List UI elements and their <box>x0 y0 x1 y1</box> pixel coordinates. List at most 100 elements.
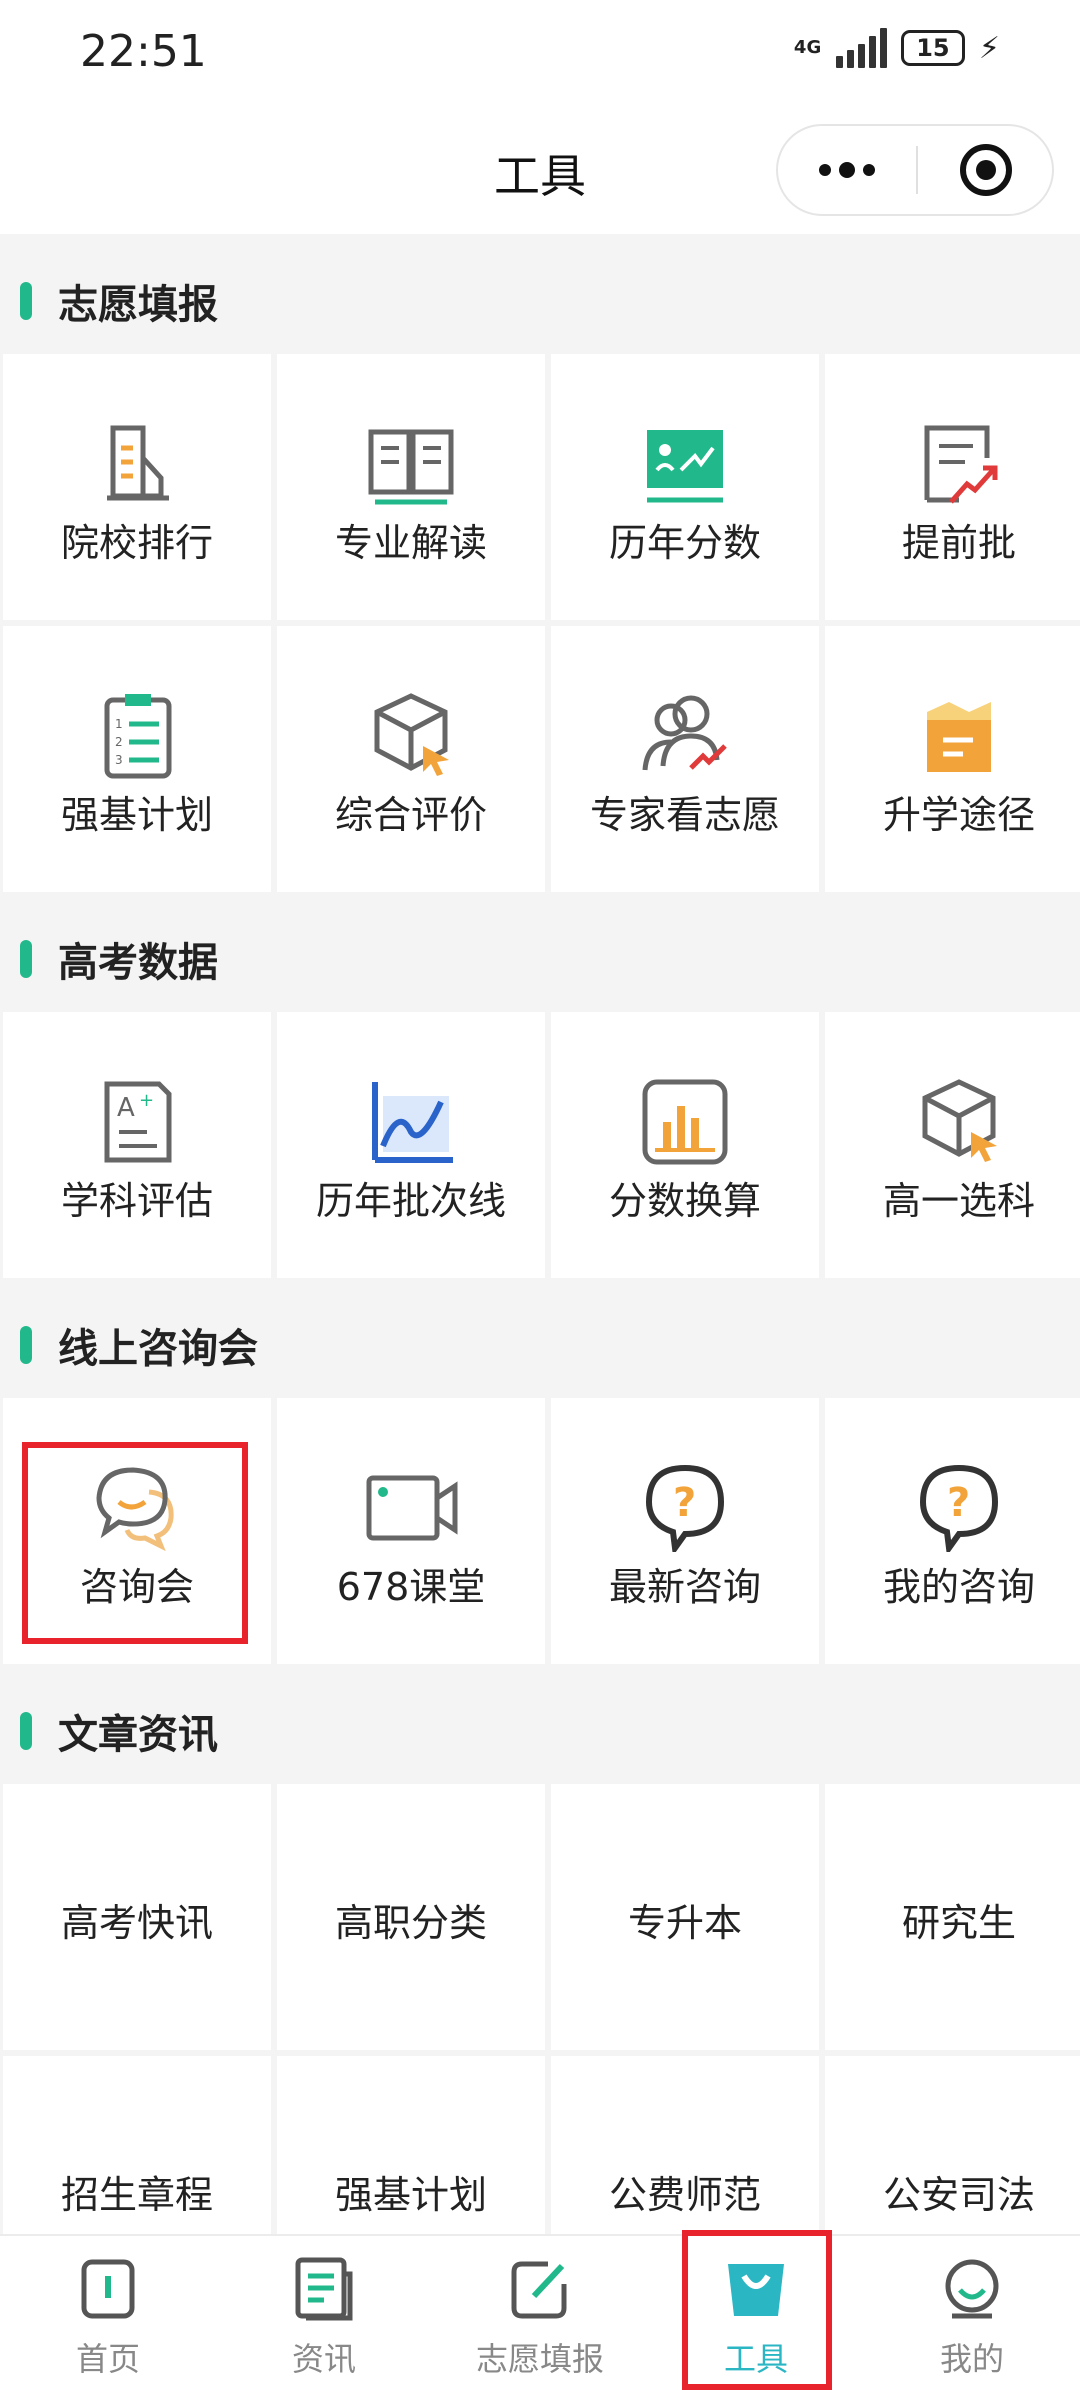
bar-chart-icon <box>635 1076 735 1166</box>
tab-label: 志愿填报 <box>475 2340 604 2378</box>
experts-icon <box>635 690 735 780</box>
tab-label: 资讯 <box>291 2340 356 2378</box>
tool-item-subject-evaluation[interactable]: A + 学科评估 <box>3 1012 271 1278</box>
tab-label: 我的 <box>939 2340 1004 2378</box>
tool-item-strong-base-plan[interactable]: 1 2 3 强基计划 <box>3 626 271 892</box>
tool-item-admission-path[interactable]: 升学途径 <box>825 626 1080 892</box>
news-tab-icon <box>292 2256 356 2322</box>
folder-path-icon <box>909 690 1009 780</box>
tool-label: 提前批 <box>901 521 1016 565</box>
tab-home[interactable]: 首页 <box>0 2236 216 2390</box>
section-header-articles: 文章资讯 <box>0 1664 1080 1784</box>
section-title: 高考数据 <box>58 940 218 986</box>
mini-program-capsule <box>776 124 1054 216</box>
tool-label: 强基计划 <box>60 793 213 837</box>
article-item-admission-rules[interactable]: 招生章程 <box>3 2056 271 2234</box>
article-item-upgrade-bachelor[interactable]: 专升本 <box>551 1784 819 2050</box>
network-label: 4G <box>793 37 822 58</box>
article-item-graduate[interactable]: 研究生 <box>825 1784 1080 2050</box>
tool-item-school-ranking[interactable]: 院校排行 <box>3 354 271 620</box>
section-title: 志愿填报 <box>58 282 218 328</box>
section-title: 文章资讯 <box>58 1712 218 1758</box>
section-accent-bar <box>20 940 32 978</box>
tool-label: 升学途径 <box>882 793 1035 837</box>
section-accent-bar <box>20 282 32 320</box>
tool-item-major-guide[interactable]: 专业解读 <box>277 354 545 620</box>
article-label: 研究生 <box>901 1901 1016 1945</box>
article-label: 公安司法 <box>882 2173 1035 2217</box>
tool-item-early-batch[interactable]: 提前批 <box>825 354 1080 620</box>
article-label: 公费师范 <box>608 2173 761 2217</box>
status-time: 22:51 <box>80 26 207 77</box>
tool-item-subject-selection[interactable]: 高一选科 <box>825 1012 1080 1278</box>
status-bar: 22:51 4G 15 ⚡ <box>0 0 1080 110</box>
tool-item-past-scores[interactable]: 历年分数 <box>551 354 819 620</box>
svg-text:?: ? <box>673 1480 696 1526</box>
tool-label: 学科评估 <box>60 1179 213 1223</box>
tool-label: 分数换算 <box>608 1179 761 1223</box>
cube-cursor-icon <box>361 690 461 780</box>
charging-icon: ⚡ <box>978 30 1000 66</box>
tab-label: 首页 <box>75 2340 140 2378</box>
article-label: 强基计划 <box>334 2173 487 2217</box>
doc-trend-icon <box>909 418 1009 508</box>
tool-label: 我的咨询 <box>882 1565 1035 1609</box>
svg-text:+: + <box>139 1090 154 1111</box>
status-indicators: 4G 15 ⚡ <box>794 28 1000 68</box>
tool-item-latest-consult[interactable]: ? 最新咨询 <box>551 1398 819 1664</box>
article-item-exam-news[interactable]: 高考快讯 <box>3 1784 271 2050</box>
tool-grid-exam-data: A + 学科评估 历年批次线 分数换算 高一选科 <box>0 1012 1080 1278</box>
article-item-police-judicial[interactable]: 公安司法 <box>825 2056 1080 2234</box>
article-item-free-normal[interactable]: 公费师范 <box>551 2056 819 2234</box>
svg-text:1: 1 <box>115 717 123 731</box>
tool-label: 678课堂 <box>336 1565 486 1609</box>
signal-icon <box>835 28 887 68</box>
bottom-tab-bar: 首页 资讯 志愿填报 工具 我的 <box>0 2234 1080 2390</box>
close-mini-program-icon[interactable] <box>918 126 1054 214</box>
tool-label: 院校排行 <box>60 521 213 565</box>
tool-label: 历年分数 <box>608 521 761 565</box>
article-item-strong-base[interactable]: 强基计划 <box>277 2056 545 2234</box>
tab-application[interactable]: 志愿填报 <box>432 2236 648 2390</box>
profile-tab-icon <box>940 2256 1004 2322</box>
tab-news[interactable]: 资讯 <box>216 2236 432 2390</box>
tool-grid-articles: 高考快讯 高职分类 专升本 研究生 招生章程 强基计划 公费师范 公安司法 <box>0 1784 1080 2234</box>
tool-label: 专家看志愿 <box>589 793 780 837</box>
question-bubble-icon: ? <box>909 1462 1009 1552</box>
article-item-vocational[interactable]: 高职分类 <box>277 1784 545 2050</box>
article-label: 专升本 <box>627 1901 742 1945</box>
section-header-exam-data: 高考数据 <box>0 892 1080 1012</box>
edit-tab-icon <box>508 2256 572 2322</box>
svg-text:?: ? <box>947 1480 970 1526</box>
tool-label: 高一选科 <box>882 1179 1035 1223</box>
tool-item-my-consult[interactable]: ? 我的咨询 <box>825 1398 1080 1664</box>
score-board-icon <box>635 418 735 508</box>
more-icon[interactable] <box>778 126 916 214</box>
building-chart-icon <box>87 418 187 508</box>
battery-icon: 15 <box>900 30 965 66</box>
article-label: 高考快讯 <box>60 1901 213 1945</box>
cube-cursor-icon <box>909 1076 1009 1166</box>
tool-item-678-classroom[interactable]: 678课堂 <box>277 1398 545 1664</box>
open-book-icon <box>361 418 461 508</box>
tab-profile[interactable]: 我的 <box>864 2236 1080 2390</box>
tool-item-comprehensive-eval[interactable]: 综合评价 <box>277 626 545 892</box>
section-accent-bar <box>20 1326 32 1364</box>
tool-item-batch-lines[interactable]: 历年批次线 <box>277 1012 545 1278</box>
article-label: 高职分类 <box>334 1901 487 1945</box>
nav-bar: 工具 <box>0 110 1080 234</box>
section-header-application: 志愿填报 <box>0 234 1080 354</box>
video-camera-icon <box>361 1462 461 1552</box>
home-tab-icon <box>76 2256 140 2322</box>
line-chart-icon <box>361 1076 461 1166</box>
checklist-icon: 1 2 3 <box>87 690 187 780</box>
tools-content: 志愿填报 院校排行 专业解读 历年分数 提前批 1 2 3 强基计划 综合评价 … <box>0 234 1080 2234</box>
section-title: 线上咨询会 <box>58 1326 258 1372</box>
tool-label: 历年批次线 <box>315 1179 506 1223</box>
svg-text:2: 2 <box>115 735 123 749</box>
tool-grid-application: 院校排行 专业解读 历年分数 提前批 1 2 3 强基计划 综合评价 专家看志愿 升… <box>0 354 1080 892</box>
tool-item-score-conversion[interactable]: 分数换算 <box>551 1012 819 1278</box>
tool-item-expert-review[interactable]: 专家看志愿 <box>551 626 819 892</box>
svg-text:3: 3 <box>115 753 123 767</box>
highlight-box-consultation <box>22 1442 248 1644</box>
